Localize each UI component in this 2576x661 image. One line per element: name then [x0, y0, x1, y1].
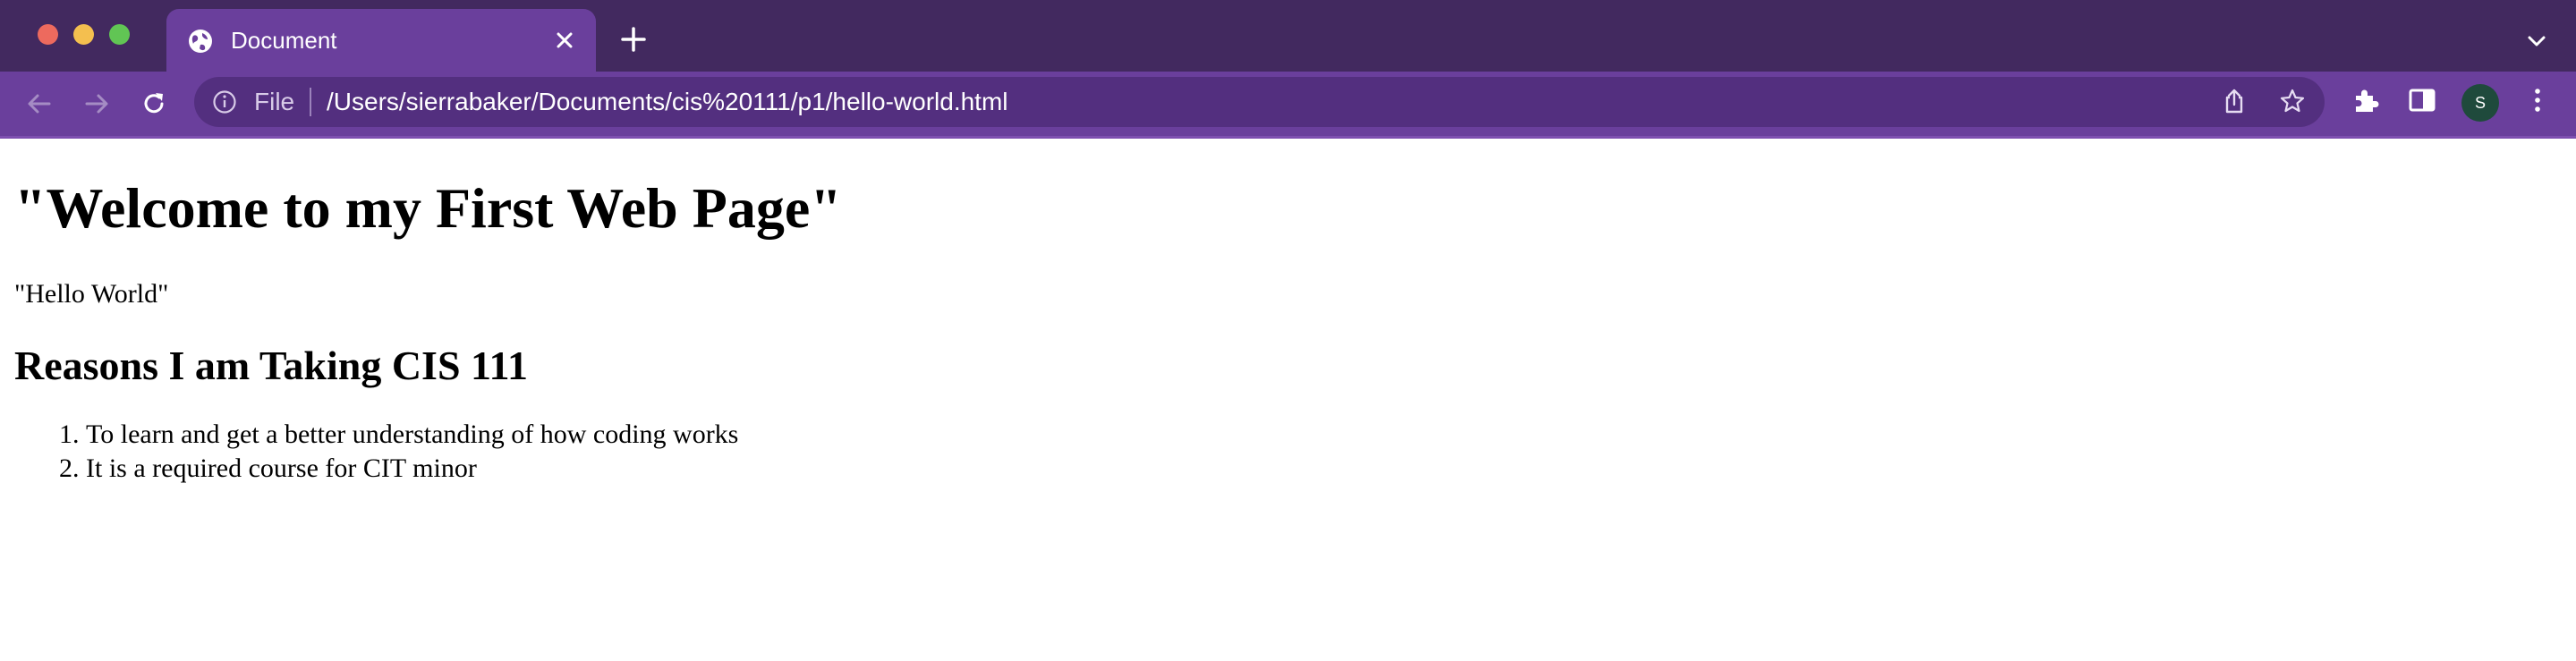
reasons-list: To learn and get a better understanding … — [14, 418, 842, 486]
reload-icon[interactable] — [139, 89, 169, 119]
url-text[interactable]: /Users/sierrabaker/Documents/cis%20111/p… — [327, 86, 1008, 118]
more-menu-icon[interactable] — [2522, 85, 2553, 115]
tab-strip: Document — [0, 0, 2576, 72]
tab-title: Document — [231, 27, 337, 54]
share-icon[interactable] — [2221, 88, 2248, 114]
bookmark-star-icon[interactable] — [2279, 88, 2306, 114]
browser-tab-active[interactable]: Document — [166, 9, 596, 72]
close-tab-icon[interactable] — [553, 29, 576, 52]
side-panel-icon[interactable] — [2407, 85, 2437, 115]
address-separator — [310, 88, 311, 116]
page-content: "Welcome to my First Web Page" "Hello Wo… — [14, 139, 842, 486]
profile-avatar[interactable]: S — [2461, 84, 2499, 122]
browser-toolbar: File /Users/sierrabaker/Documents/cis%20… — [0, 72, 2576, 139]
zoom-window-button[interactable] — [109, 24, 130, 45]
globe-icon — [189, 30, 212, 53]
forward-arrow-icon[interactable] — [81, 89, 112, 119]
address-bar[interactable]: File /Users/sierrabaker/Documents/cis%20… — [194, 77, 2325, 127]
list-item: To learn and get a better understanding … — [86, 418, 842, 452]
chevron-down-icon[interactable] — [2525, 30, 2548, 53]
reasons-heading: Reasons I am Taking CIS 111 — [14, 343, 528, 388]
minimize-window-button[interactable] — [73, 24, 94, 45]
page-heading: "Welcome to my First Web Page" — [14, 176, 842, 240]
back-arrow-icon[interactable] — [24, 89, 55, 119]
list-item: It is a required course for CIT minor — [86, 452, 842, 486]
new-tab-icon[interactable] — [620, 26, 647, 53]
close-window-button[interactable] — [38, 24, 58, 45]
site-scheme-label[interactable]: File — [254, 87, 294, 117]
hello-paragraph: "Hello World" — [14, 279, 169, 309]
extensions-puzzle-icon[interactable] — [2351, 85, 2381, 115]
info-icon[interactable] — [212, 89, 237, 114]
